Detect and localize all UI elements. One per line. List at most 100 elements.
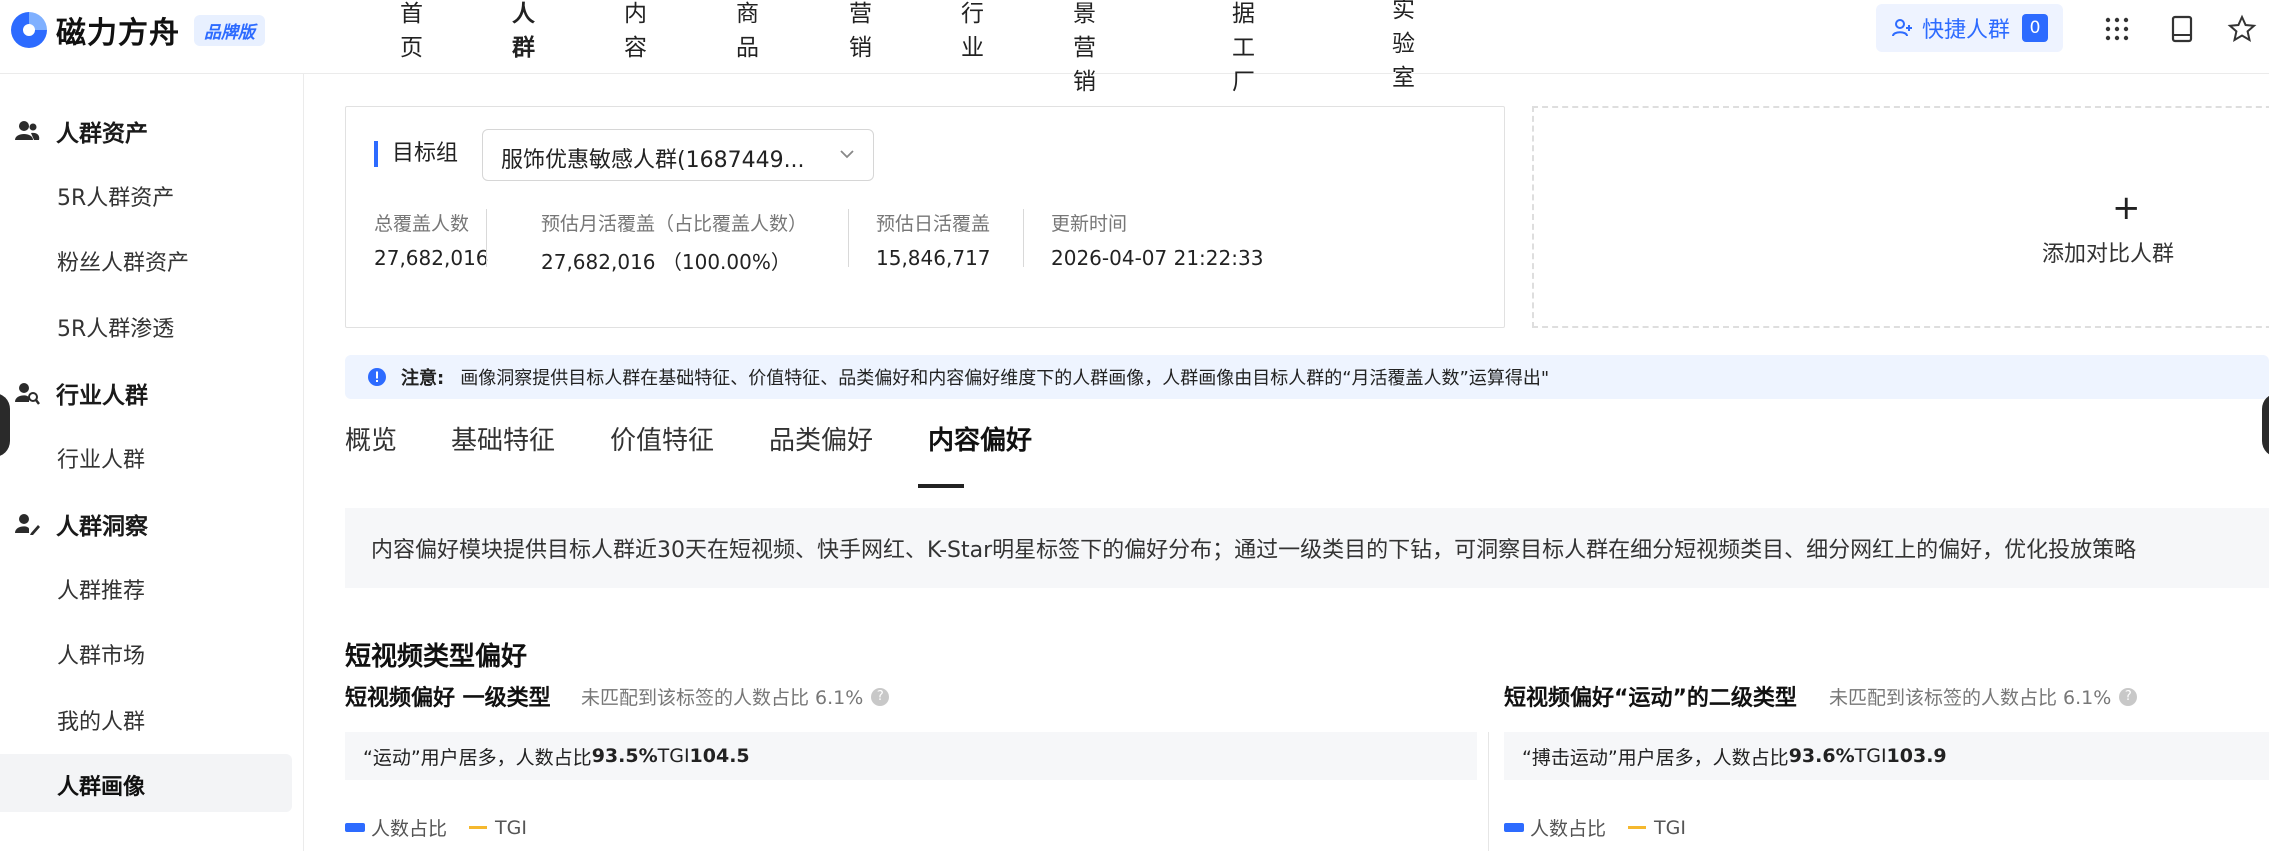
legend-swatch-share [1504, 823, 1524, 832]
sidebar-item-market[interactable]: 人群市场 [57, 638, 145, 670]
sidebar-group-audience-insight[interactable]: 人群洞察 [14, 507, 148, 541]
right-panel-note: 未匹配到该标签的人数占比 6.1% ? [1829, 683, 2138, 710]
notice-title: 注意: [401, 368, 445, 389]
panel-divider [1488, 732, 1489, 851]
notice-text: 画像洞察提供目标人群在基础特征、价值特征、品类偏好和内容偏好维度下的人群画像，人… [460, 368, 1550, 389]
divider [486, 209, 487, 267]
stat-key: 总覆盖人数 [374, 213, 470, 235]
target-group-card: 目标组 服饰优惠敏感人群(1687449... 总覆盖人数 27,682,016… [345, 106, 1505, 328]
right-chart-legend: 人数占比 TGI [1504, 814, 1686, 841]
stat-value: 27,682,016 （100.00%） [541, 250, 791, 274]
insight-prefix: “运动”用户居多，人数占比 [363, 746, 592, 769]
collapse-handle-left[interactable] [0, 393, 10, 457]
user-add-icon [1892, 19, 1912, 37]
tab-category-preference[interactable]: 品类偏好 [769, 420, 873, 457]
insight-percent: 93.5% [591, 745, 658, 767]
quick-audience-button[interactable]: 快捷人群 0 [1876, 4, 2063, 52]
quick-audience-label: 快捷人群 [1922, 18, 2011, 43]
section-title: 短视频类型偏好 [345, 642, 528, 672]
info-icon [368, 368, 386, 386]
tab-basic-features[interactable]: 基础特征 [451, 420, 555, 457]
legend-tgi[interactable]: TGI [1654, 817, 1686, 839]
legend-share[interactable]: 人数占比 [371, 814, 447, 841]
tab-value-features[interactable]: 价值特征 [610, 420, 714, 457]
add-compare-label: 添加对比人群 [2042, 242, 2175, 267]
collapse-handle-right[interactable] [2262, 393, 2269, 457]
insight-percent: 93.6% [1788, 745, 1855, 767]
stat-monthly-active: 预估月活覆盖（占比覆盖人数） 27,682,016 （100.00%） [541, 209, 807, 275]
people-insight-icon [15, 514, 40, 535]
insight-prefix: “搏击运动”用户居多，人数占比 [1522, 746, 1789, 769]
right-panel-insight: “搏击运动”用户居多，人数占比 93.6% TGI 103.9 [1504, 732, 2269, 780]
stat-key: 预估日活覆盖 [876, 213, 991, 235]
unmatched-note-text: 未匹配到该标签的人数占比 6.1% [1829, 687, 2112, 709]
sidebar-item-5r-penetration[interactable]: 5R人群渗透 [57, 311, 174, 343]
legend-swatch-tgi [1628, 826, 1647, 829]
logo[interactable]: 磁力方舟 品牌版 [8, 8, 265, 52]
nav-home[interactable]: 首页 [400, 0, 423, 62]
nav-product[interactable]: 商品 [736, 0, 759, 62]
sidebar: 人群资产 5R人群资产 粉丝人群资产 5R人群渗透 行业人群 行业人群 人群洞察… [0, 74, 304, 851]
legend-swatch-tgi [469, 826, 488, 829]
legend-share[interactable]: 人数占比 [1530, 814, 1606, 841]
sidebar-group-audience-assets[interactable]: 人群资产 [14, 114, 148, 148]
insight-tgi-label: TGI [657, 745, 690, 767]
nav-content[interactable]: 内容 [624, 0, 647, 62]
module-description: 内容偏好模块提供目标人群近30天在短视频、快手网红、K-Star明星标签下的偏好… [345, 508, 2269, 588]
unmatched-note-text: 未匹配到该标签的人数占比 6.1% [581, 687, 864, 709]
logo-icon [11, 12, 47, 48]
logo-text: 磁力方舟 [56, 16, 180, 51]
notice-banner: 注意: 画像洞察提供目标人群在基础特征、价值特征、品类偏好和内容偏好维度下的人群… [345, 355, 2269, 399]
nav-ai-lab[interactable]: AI实验室 [1392, 0, 1415, 92]
sidebar-item-recommend[interactable]: 人群推荐 [57, 573, 145, 605]
book-icon[interactable] [2167, 14, 2197, 44]
sidebar-item-5r-assets[interactable]: 5R人群资产 [57, 180, 174, 212]
stat-value: 15,846,717 [876, 246, 991, 270]
tab-content-preference[interactable]: 内容偏好 [928, 420, 1032, 457]
divider [1023, 209, 1024, 267]
sidebar-group-label: 行业人群 [56, 383, 148, 409]
left-panel-title: 短视频偏好 一级类型 [345, 686, 551, 711]
right-panel-title: 短视频偏好“运动”的二级类型 [1504, 686, 1797, 711]
nav-marketing[interactable]: 营销 [849, 0, 872, 62]
insight-tgi-label: TGI [1854, 745, 1887, 767]
quick-audience-count: 0 [2022, 14, 2049, 42]
tab-overview[interactable]: 概览 [345, 420, 397, 457]
people-icon [15, 121, 40, 140]
sidebar-item-industry-audience[interactable]: 行业人群 [57, 442, 145, 474]
apps-grid-icon[interactable] [2102, 14, 2132, 44]
stat-value: 27,682,016 [374, 246, 489, 270]
stat-key: 预估月活覆盖（占比覆盖人数） [541, 213, 808, 235]
target-group-select[interactable]: 服饰优惠敏感人群(1687449... [482, 129, 874, 181]
help-icon[interactable]: ? [871, 687, 890, 706]
star-icon[interactable] [2227, 14, 2257, 44]
legend-swatch-share [345, 823, 365, 832]
nav-audience[interactable]: 人群 [512, 0, 535, 62]
stat-value: 2026-04-07 21:22:33 [1051, 246, 1264, 270]
plus-icon: + [2112, 188, 2141, 228]
left-panel-note: 未匹配到该标签的人数占比 6.1% ? [581, 683, 890, 710]
active-tab-indicator [918, 484, 964, 488]
chevron-down-icon [840, 150, 854, 159]
nav-scene-marketing[interactable]: 场景营销 [1073, 0, 1096, 96]
help-icon[interactable]: ? [2119, 687, 2138, 706]
nav-data-factory[interactable]: 数据工厂 [1232, 0, 1255, 96]
sidebar-item-audience-portrait[interactable]: 人群画像 [57, 769, 145, 801]
divider [848, 209, 849, 267]
stat-daily-active: 预估日活覆盖 15,846,717 [876, 209, 991, 270]
sidebar-group-industry-audience[interactable]: 行业人群 [14, 376, 148, 410]
top-navbar: 磁力方舟 品牌版 首页 人群 内容 商品 营销 行业 场景营销 数据工厂 AI实… [0, 0, 2269, 95]
left-panel-insight: “运动”用户居多，人数占比 93.5% TGI 104.5 [345, 732, 1477, 780]
sidebar-item-fan-assets[interactable]: 粉丝人群资产 [57, 245, 189, 277]
insight-tgi: 104.5 [689, 745, 750, 767]
target-group-label: 目标组 [374, 141, 458, 167]
people-search-icon [15, 383, 40, 405]
sidebar-item-my-audience[interactable]: 我的人群 [57, 704, 145, 736]
nav-industry[interactable]: 行业 [961, 0, 984, 62]
left-chart-legend: 人数占比 TGI [345, 814, 527, 841]
sidebar-active-highlight [0, 754, 292, 812]
legend-tgi[interactable]: TGI [495, 817, 527, 839]
brand-badge: 品牌版 [194, 14, 265, 46]
insight-tgi: 103.9 [1886, 745, 1947, 767]
add-compare-card[interactable]: + 添加对比人群 [1532, 106, 2269, 328]
